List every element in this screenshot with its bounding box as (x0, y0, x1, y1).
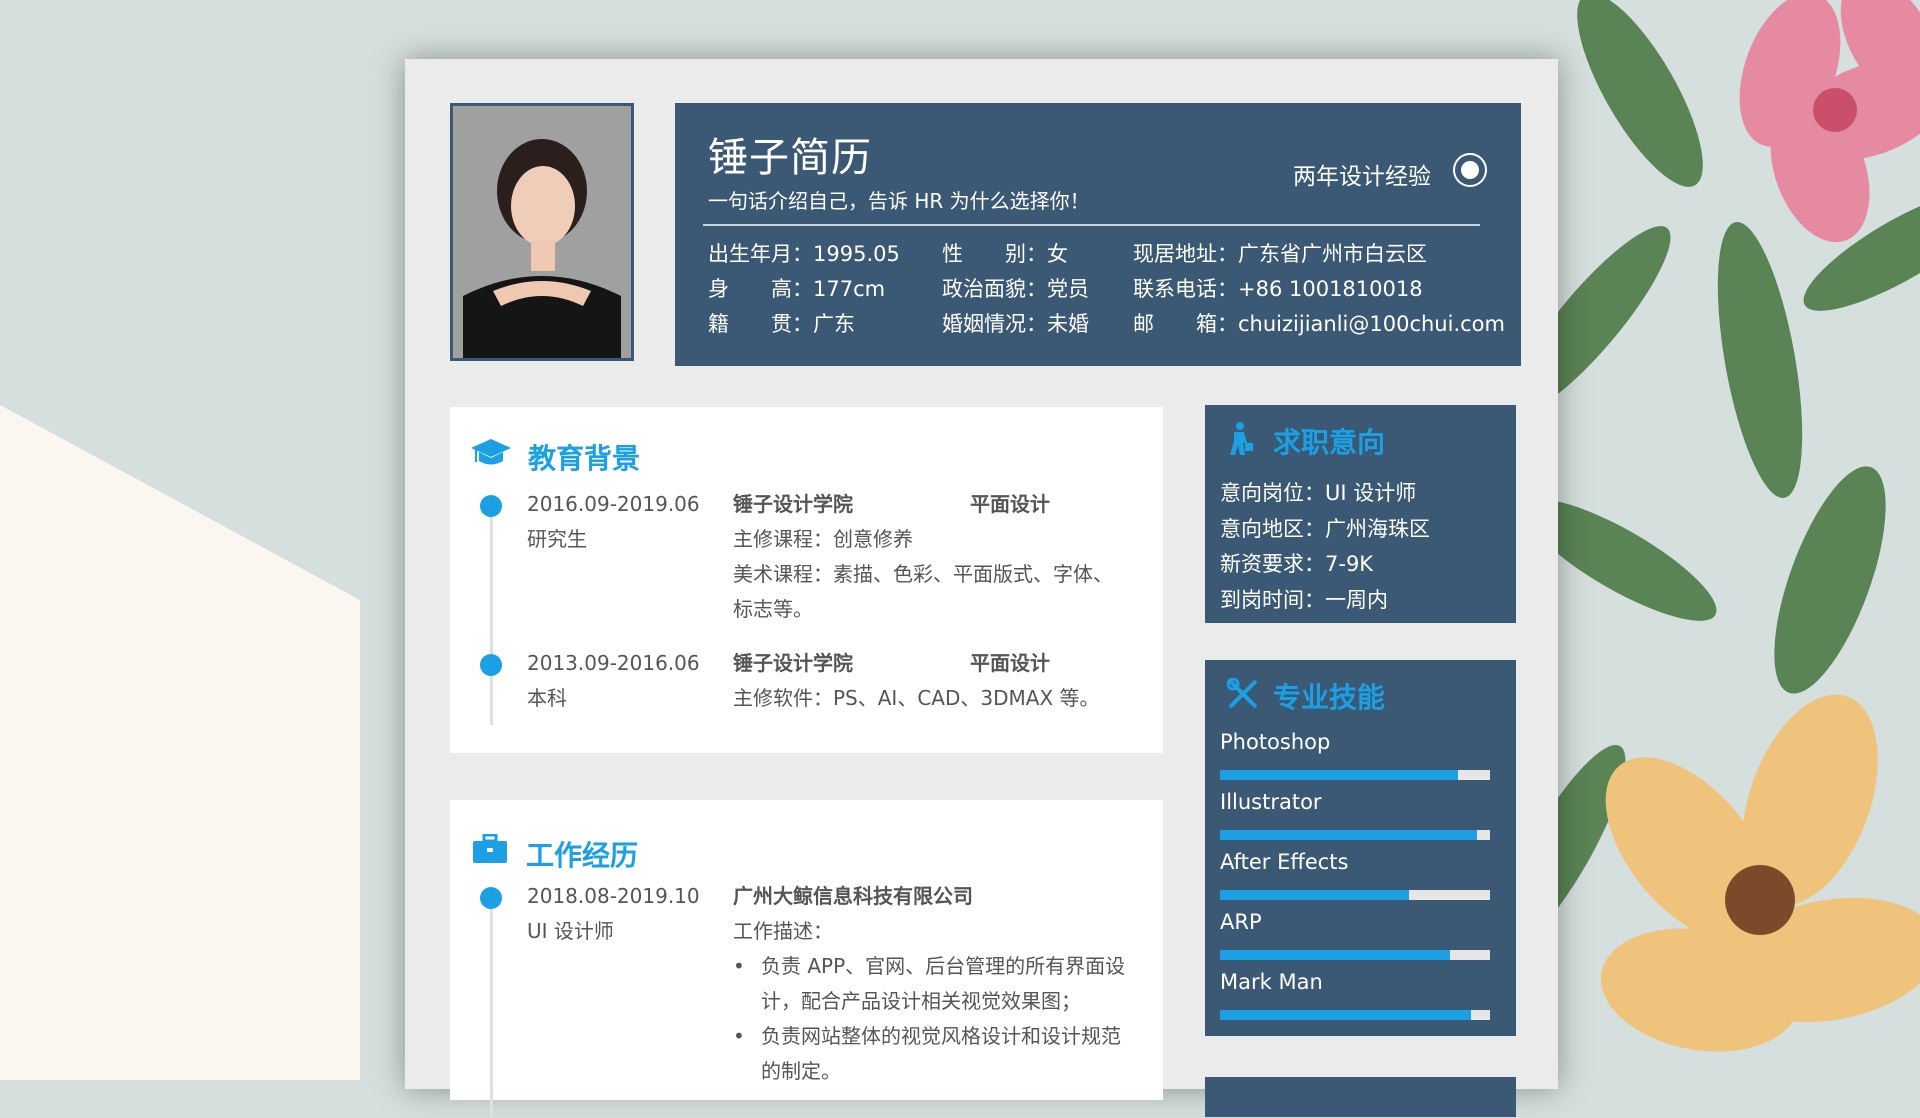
next-section-card (1205, 1077, 1516, 1117)
timeline-dot (480, 654, 502, 676)
edu-date-2: 2013.09-2016.06 (527, 651, 700, 675)
graduation-cap-icon (471, 439, 511, 465)
work-date-1: 2018.08-2019.10 (527, 884, 700, 908)
briefcase-icon (473, 834, 507, 863)
work-bullet-1-line-2: 计，配合产品设计相关视觉效果图； (761, 989, 1081, 1013)
edu-line-1-3: 标志等。 (733, 597, 813, 621)
work-title: 工作经历 (526, 839, 639, 872)
skill-name: After Effects (1220, 850, 1349, 874)
skill-fill (1220, 950, 1450, 960)
info-birth: 出生年月：1995.05 (708, 242, 900, 266)
education-title: 教育背景 (528, 442, 641, 475)
job-seeker-icon (1230, 422, 1253, 455)
intent-card: 求职意向 意向岗位：UI 设计师 意向地区：广州海珠区 新资要求：7-9K 到岗… (1205, 405, 1516, 623)
edu-major-1: 平面设计 (970, 492, 1050, 516)
resume-page: 锤子简历 一句话介绍自己，告诉 HR 为什么选择你！ 两年设计经验 出生年月：1… (405, 59, 1558, 1118)
intent-title: 求职意向 (1273, 426, 1386, 459)
work-bullet-1-line-1: 负责 APP、官网、后台管理的所有界面设 (761, 954, 1126, 978)
edu-degree-1: 研究生 (527, 527, 587, 551)
education-timeline (490, 505, 493, 725)
work-company-1: 广州大鲸信息科技有限公司 (733, 884, 973, 908)
skill-bar-mark-man (1220, 1010, 1490, 1020)
work-bullet-2-line-1: 负责网站整体的视觉风格设计和设计规范 (761, 1024, 1121, 1048)
edu-school-2: 锤子设计学院 (733, 651, 853, 675)
skill-fill (1220, 830, 1477, 840)
edu-line-2-1: 主修软件：PS、AI、CAD、3DMAX 等。 (733, 686, 1100, 710)
edu-date-1: 2016.09-2019.06 (527, 492, 700, 516)
flower-illustration (1500, 0, 1920, 1052)
info-gender: 性 别：女 (942, 242, 1068, 266)
skill-bar-arp (1220, 950, 1490, 960)
info-column-3: 现居地址：广东省广州市白云区 联系电话：+86 1001810018 邮 箱：c… (1133, 237, 1505, 342)
info-column-1: 出生年月：1995.05 身 高：177cm 籍 贯：广东 (708, 237, 900, 342)
intent-region: 意向地区：广州海珠区 (1220, 517, 1430, 541)
skill-fill (1220, 1010, 1472, 1020)
skills-title: 专业技能 (1273, 681, 1386, 714)
profile-photo (450, 103, 634, 361)
skill-bar-illustrator (1220, 830, 1490, 840)
info-address: 现居地址：广东省广州市白云区 (1133, 242, 1427, 266)
info-politics: 政治面貌：党员 (942, 277, 1089, 301)
intent-arrival: 到岗时间：一周内 (1220, 588, 1388, 612)
radio-icon[interactable] (1453, 153, 1487, 187)
intent-salary: 新资要求：7-9K (1220, 552, 1374, 576)
bullet-icon: • (733, 954, 745, 978)
skills-card: 专业技能 Photoshop Illustrator After Effects… (1205, 660, 1516, 1036)
info-column-2: 性 别：女 政治面貌：党员 婚姻情况：未婚 (942, 237, 1089, 342)
resume-title: 锤子简历 (708, 135, 872, 181)
skill-fill (1220, 890, 1409, 900)
edu-line-1-1: 主修课程：创意修养 (733, 527, 913, 551)
work-bullet-2-line-2: 的制定。 (761, 1059, 841, 1083)
skill-name: Mark Man (1220, 970, 1323, 994)
experience-label: 两年设计经验 (1293, 164, 1431, 190)
skill-bar-photoshop (1220, 770, 1490, 780)
work-card: 工作经历 2018.08-2019.10 UI 设计师 广州大鲸信息科技有限公司… (450, 800, 1163, 1118)
avatar-portrait (453, 106, 631, 358)
skill-name: ARP (1220, 910, 1262, 934)
edu-degree-2: 本科 (527, 686, 567, 710)
timeline-dot (480, 495, 502, 517)
timeline-dot (480, 887, 502, 909)
edu-school-1: 锤子设计学院 (733, 492, 853, 516)
edu-major-2: 平面设计 (970, 651, 1050, 675)
skill-fill (1220, 770, 1458, 780)
info-email[interactable]: 邮 箱：chuizijianli@100chui.com (1133, 307, 1505, 342)
work-timeline (490, 898, 493, 1118)
education-card: 教育背景 2016.09-2019.06 研究生 锤子设计学院 平面设计 主修课… (450, 407, 1163, 753)
skill-name: Photoshop (1220, 730, 1331, 754)
intent-position: 意向岗位：UI 设计师 (1220, 481, 1417, 505)
info-height: 身 高：177cm (708, 277, 886, 301)
info-phone: 联系电话：+86 1001810018 (1133, 277, 1423, 301)
tools-icon (1227, 678, 1258, 709)
info-native: 籍 贯：广东 (708, 312, 855, 336)
edu-line-1-2: 美术课程：素描、色彩、平面版式、字体、 (733, 562, 1113, 586)
work-role-1: UI 设计师 (527, 919, 614, 943)
info-marital: 婚姻情况：未婚 (942, 312, 1089, 336)
skill-bar-after-effects (1220, 890, 1490, 900)
bullet-icon: • (733, 1024, 745, 1048)
header-banner: 锤子简历 一句话介绍自己，告诉 HR 为什么选择你！ 两年设计经验 出生年月：1… (675, 103, 1521, 366)
skill-name: Illustrator (1220, 790, 1322, 814)
resume-slogan: 一句话介绍自己，告诉 HR 为什么选择你！ (708, 189, 1090, 213)
header-divider (703, 224, 1480, 226)
work-desc-label: 工作描述： (733, 919, 833, 943)
